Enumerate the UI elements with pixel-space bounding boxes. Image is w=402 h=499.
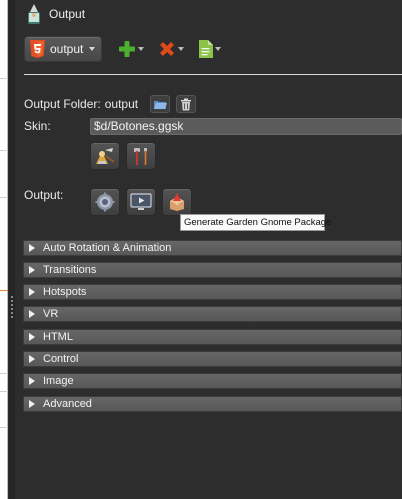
- monitor-play-icon: [130, 193, 152, 210]
- output-folder-value: output: [104, 97, 139, 111]
- panel-title: Output: [49, 7, 86, 21]
- folder-icon: [154, 101, 168, 109]
- remove-x-icon: [160, 42, 175, 56]
- plus-icon: [119, 41, 136, 57]
- section-label: VR: [43, 308, 59, 320]
- garden-gnome-icon: [28, 4, 40, 24]
- output-folder-label: Output Folder:: [24, 97, 101, 111]
- expand-triangle-icon: [29, 400, 35, 408]
- section-advanced[interactable]: Advanced: [23, 396, 402, 412]
- skin-tools-button[interactable]: [126, 142, 156, 170]
- section-label: Image: [43, 375, 74, 387]
- output-label: Output:: [24, 188, 64, 202]
- gear-icon: [95, 192, 115, 212]
- open-folder-button[interactable]: [150, 95, 171, 113]
- skin-editor-icon: [96, 148, 115, 164]
- toolbar-divider: [24, 74, 402, 75]
- section-auto-rotation[interactable]: Auto Rotation & Animation: [23, 240, 402, 256]
- chevron-down-icon: [89, 47, 96, 51]
- output-settings-button[interactable]: [90, 188, 120, 216]
- section-label: HTML: [43, 331, 73, 343]
- section-image[interactable]: Image: [23, 373, 402, 389]
- output-folder-row: Output Folder: output: [24, 95, 402, 113]
- splitter-grip-icon[interactable]: [11, 296, 13, 318]
- output-panel: Output output Output Folder: output Skin…: [15, 0, 402, 499]
- delete-folder-button[interactable]: [176, 95, 197, 113]
- output-format-label: output: [50, 42, 84, 56]
- chevron-down-icon: [215, 47, 222, 51]
- html5-icon: [30, 40, 45, 58]
- document-icon: [199, 40, 214, 58]
- skin-path-field[interactable]: $d/Botones.ggsk: [90, 118, 402, 135]
- expand-triangle-icon: [29, 333, 35, 341]
- expand-triangle-icon: [29, 288, 35, 296]
- generate-package-button[interactable]: [162, 188, 192, 216]
- section-label: Hotspots: [43, 286, 87, 298]
- output-document-button[interactable]: [198, 37, 222, 61]
- expand-triangle-icon: [29, 244, 35, 252]
- generate-package-tooltip: Generate Garden Gnome Package: [180, 214, 331, 231]
- skin-label: Skin:: [24, 119, 51, 133]
- section-control[interactable]: Control: [23, 351, 402, 367]
- trash-icon: [181, 98, 192, 110]
- section-hotspots[interactable]: Hotspots: [23, 284, 402, 300]
- chevron-down-icon: [178, 47, 185, 51]
- section-label: Advanced: [43, 398, 92, 410]
- section-html[interactable]: HTML: [23, 329, 402, 345]
- expand-triangle-icon: [29, 310, 35, 318]
- chevron-down-icon: [138, 47, 145, 51]
- remove-output-button[interactable]: [158, 37, 185, 61]
- expand-triangle-icon: [29, 266, 35, 274]
- expand-triangle-icon: [29, 355, 35, 363]
- section-vr[interactable]: VR: [23, 306, 402, 322]
- add-output-button[interactable]: [118, 37, 145, 61]
- output-toolbar: output: [15, 33, 402, 65]
- panel-titlebar: Output: [15, 0, 402, 28]
- section-label: Transitions: [43, 264, 97, 276]
- gnome-package-icon: [170, 193, 184, 211]
- expand-triangle-icon: [29, 377, 35, 385]
- background-window-edge: [0, 0, 8, 499]
- skin-editor-button[interactable]: [90, 142, 120, 170]
- section-label: Control: [43, 353, 79, 365]
- output-row: Output:: [24, 188, 402, 202]
- section-transitions[interactable]: Transitions: [23, 262, 402, 278]
- preview-output-button[interactable]: [126, 188, 156, 216]
- section-label: Auto Rotation & Animation: [43, 242, 172, 254]
- tools-icon: [134, 148, 147, 165]
- output-format-dropdown[interactable]: output: [24, 36, 103, 62]
